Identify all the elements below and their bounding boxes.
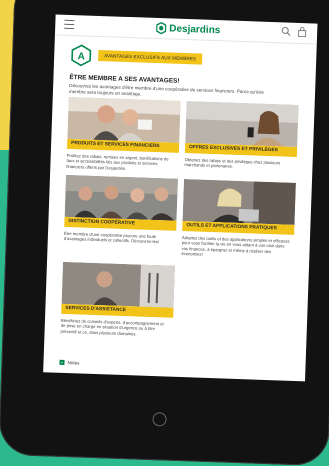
card-description: Être membre d'une coopérative procure un… [63, 230, 160, 245]
search-icon[interactable] [281, 26, 291, 36]
card-description: Adoptez des outils et des applications s… [181, 234, 290, 257]
home-button[interactable] [152, 412, 167, 427]
notes-label: Notes [67, 360, 80, 366]
badge-letter: A [77, 51, 85, 62]
tablet-device: Desjardins A AVANTAGES EXCLUSIFS AUX MEM… [0, 0, 329, 466]
brand-name: Desjardins [169, 22, 221, 36]
cart-icon[interactable] [297, 26, 307, 38]
notes-button[interactable]: + Notes [59, 359, 80, 366]
card-description: Profitez des rabais, remises en argent, … [66, 152, 169, 171]
card-photo-woman-laptop [182, 179, 296, 225]
card-exclusive-offers[interactable]: OFFRES EXCLUSIVES ET PRIVILÈGES Obtenez … [184, 101, 299, 169]
member-badge-icon: A [71, 44, 92, 67]
plus-icon: + [59, 359, 65, 365]
tablet-screen: Desjardins A AVANTAGES EXCLUSIFS AUX MEM… [43, 14, 318, 382]
card-practical-tools[interactable]: OUTILS ET APPLICATIONS PRATIQUES Adoptez… [181, 179, 296, 257]
card-assistance-services[interactable]: SERVICES D'ASSISTANCE Bénéficiez de cons… [61, 261, 175, 336]
exclusive-benefits-banner: AVANTAGES EXCLUSIFS AUX MEMBRES [98, 49, 203, 65]
card-photo-couple [67, 96, 181, 143]
top-bar: Desjardins [54, 14, 318, 45]
card-description: Bénéficiez de conseils d'experts, d'acco… [60, 317, 164, 337]
card-photo-man-cafe [61, 261, 175, 308]
card-description: Obtenez des rabais et des privilèges che… [184, 157, 281, 170]
desjardins-hexagon-logo [156, 21, 167, 35]
card-photo-woman-phone [185, 101, 299, 147]
hamburger-menu-icon[interactable] [64, 19, 75, 30]
brand-logo-link[interactable]: Desjardins [156, 21, 221, 37]
card-photo-group [64, 174, 178, 221]
card-cooperative-distinction[interactable]: DISTINCTION COOPÉRATIVE Être membre d'un… [64, 174, 178, 245]
